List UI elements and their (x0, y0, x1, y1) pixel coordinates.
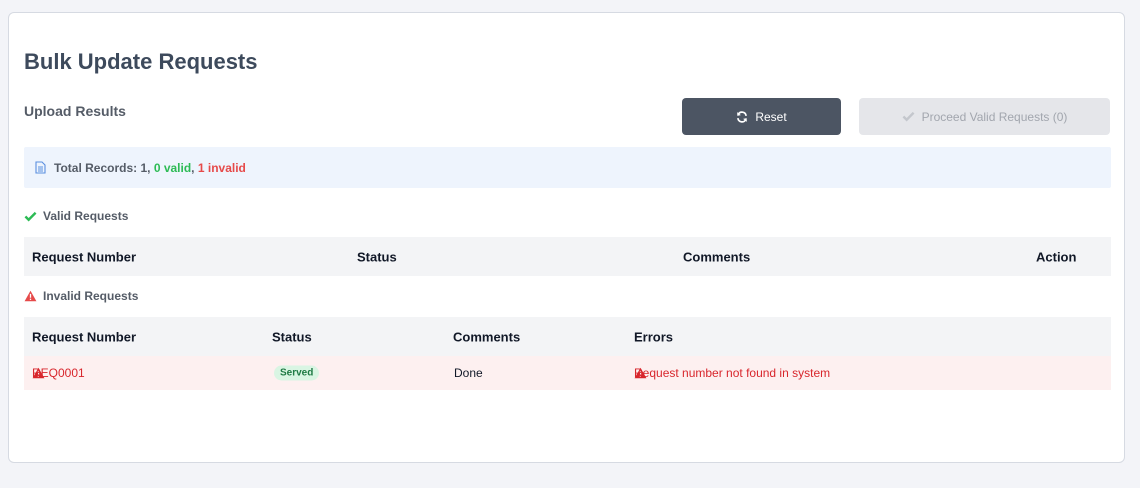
table-row[interactable]: REQ0001 Served Done Request number not f… (24, 356, 1111, 390)
page-title: Bulk Update Requests (24, 49, 258, 74)
status-badge: Served (274, 365, 320, 381)
invalid-requests-title: Invalid Requests (43, 289, 139, 303)
col-errors: Errors (634, 329, 674, 344)
summary-invalid-count: 1 invalid (197, 160, 246, 175)
col-request-number: Request Number (32, 329, 137, 344)
proceed-button-label: Proceed Valid Requests (0) (921, 109, 1068, 124)
col-request-number: Request Number (32, 249, 137, 264)
col-status: Status (357, 249, 397, 264)
col-status: Status (272, 329, 312, 344)
reset-button[interactable]: Reset (682, 98, 841, 135)
col-comments: Comments (683, 249, 751, 264)
upload-results-heading: Upload Results (24, 103, 126, 119)
error-message: Request number not found in system (634, 366, 831, 380)
request-number: REQ0001 (32, 366, 85, 380)
invalid-requests-heading: Invalid Requests (24, 289, 138, 303)
bulk-update-card: Bulk Update Requests Upload Results Rese… (8, 12, 1125, 463)
warning-icon (24, 290, 37, 302)
summary-total: Total Records: 1, (54, 160, 151, 175)
refresh-icon (737, 110, 748, 123)
invalid-requests-table: Request Number Status Comments Errors RE… (24, 317, 1111, 390)
valid-requests-table: Request Number Status Comments Action (24, 237, 1111, 276)
document-icon (35, 161, 46, 174)
valid-table-header: Request Number Status Comments Action (24, 237, 1111, 276)
proceed-valid-requests-button[interactable]: Proceed Valid Requests (0) (859, 98, 1110, 135)
reset-button-label: Reset (755, 109, 787, 124)
request-number-cell: REQ0001 (32, 366, 85, 380)
summary-valid-count: 0 valid (153, 160, 192, 175)
valid-requests-title: Valid Requests (43, 209, 129, 223)
summary-banner: Total Records: 1, 0 valid, 1 invalid (24, 147, 1111, 188)
error-cell: Request number not found in system (634, 366, 830, 380)
col-comments: Comments (453, 329, 521, 344)
valid-requests-heading: Valid Requests (24, 209, 128, 223)
summary-separator: , (191, 160, 195, 175)
check-icon (24, 211, 37, 221)
comments-cell: Done (454, 366, 483, 380)
col-action: Action (1036, 249, 1077, 264)
check-icon (902, 111, 915, 122)
invalid-table-header: Request Number Status Comments Errors (24, 317, 1111, 356)
summary-text: Total Records: 1, 0 valid, 1 invalid (54, 161, 246, 175)
